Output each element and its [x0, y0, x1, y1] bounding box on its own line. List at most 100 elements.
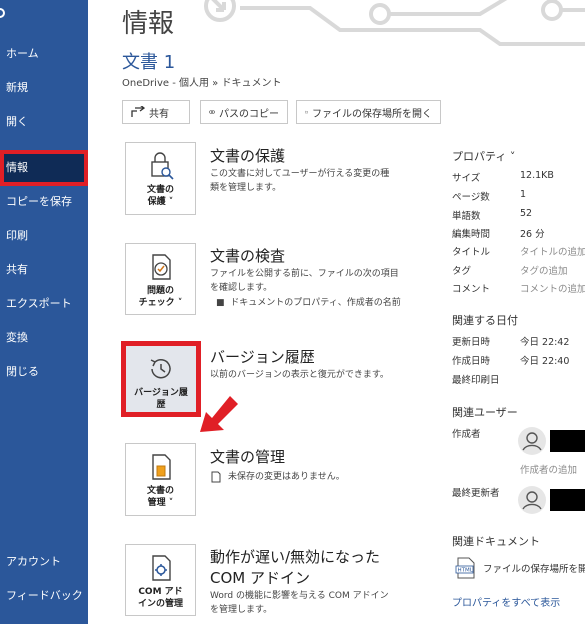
desc-line: この文書に対してユーザーが行える変更の種: [210, 169, 390, 179]
sidebar-item-label: 開く: [6, 115, 28, 128]
tile-label: インの管理: [137, 599, 183, 609]
protect-heading: 文書の保護: [210, 147, 286, 165]
date-value-modified: 今日 22:42: [520, 337, 570, 348]
inspect-bullet: ■ ドキュメントのプロパティ、作成者の名前: [216, 298, 401, 308]
author-label: 作成者: [452, 429, 481, 440]
prop-value-pages: 1: [520, 189, 527, 200]
com-addins-tile[interactable]: COM アド インの管理: [125, 544, 196, 616]
tile-label: COM アド: [138, 587, 183, 597]
svg-text:HTML: HTML: [458, 568, 474, 574]
inspect-description: ファイルを公開する前に、ファイルの次の項目 を確認します。: [210, 267, 399, 295]
share-icon: [131, 106, 145, 117]
page-title: 情報: [122, 9, 175, 39]
tile-label: 保護: [147, 197, 166, 207]
date-value-created: 今日 22:40: [520, 356, 570, 367]
link-icon: [209, 110, 215, 114]
sidebar-item-save-copy[interactable]: コピーを保存: [0, 185, 88, 219]
prop-value-words: 52: [520, 208, 533, 219]
bullet-text: ドキュメントのプロパティ、作成者の名前: [230, 298, 401, 308]
sidebar-item-export[interactable]: エクスポート: [0, 287, 88, 321]
prop-key-title: タイトル: [452, 247, 491, 258]
sidebar-item-label: 印刷: [6, 229, 28, 242]
prop-value-tags-input[interactable]: タグの追加: [520, 263, 568, 277]
desc-line: を確認します。: [210, 283, 273, 293]
manage-heading: 文書の管理: [210, 448, 286, 466]
prop-value-edit-time: 26 分: [520, 229, 545, 240]
prop-value-title-input[interactable]: タイトルの追加: [520, 244, 585, 258]
desc-line: を管理します。: [210, 605, 273, 615]
tile-label: 文書の: [146, 486, 174, 496]
tile-label: 管理: [147, 498, 166, 508]
share-button[interactable]: 共有: [122, 100, 190, 124]
open-location-button[interactable]: ファイルの保存場所を開く: [296, 100, 441, 124]
prop-value-comments-input[interactable]: コメントの追加: [520, 281, 585, 295]
circuit-decoration: [204, 0, 585, 46]
sidebar-item-home[interactable]: ホーム: [0, 37, 88, 71]
sidebar-item-close[interactable]: 閉じる: [0, 355, 88, 389]
sidebar-item-label: 新規: [6, 81, 28, 94]
desc-line: 類を管理します。: [210, 183, 282, 193]
sidebar-item-new[interactable]: 新規: [0, 71, 88, 105]
prop-key-edit-time: 編集時間: [452, 229, 491, 240]
author-avatar-icon[interactable]: [518, 427, 546, 455]
sidebar-item-label: 共有: [6, 263, 28, 276]
properties-heading[interactable]: プロパティ ˅: [452, 148, 515, 164]
prop-key-tags: タグ: [452, 266, 472, 277]
open-file-location-link[interactable]: HTML ファイルの保存場所を開く: [455, 557, 585, 579]
sidebar-item-label: コピーを保存: [6, 195, 72, 208]
inspect-heading: 文書の検査: [210, 247, 286, 265]
show-all-properties-link[interactable]: プロパティをすべて表示: [452, 594, 560, 609]
last-modified-by-label: 最終更新者: [452, 488, 500, 499]
document-manage-icon: [151, 454, 171, 480]
prop-key-pages: ページ数: [452, 192, 490, 203]
related-users-heading: 関連ユーザー: [452, 406, 518, 419]
add-author-link[interactable]: 作成者の追加: [520, 462, 577, 476]
check-issues-tile[interactable]: 問題の チェック ˅: [125, 243, 196, 315]
prop-key-comments: コメント: [452, 284, 491, 295]
manage-status-text: 未保存の変更はありません。: [228, 472, 345, 482]
info-highlight-box: [0, 150, 88, 186]
redacted-modifier-name: [550, 489, 585, 511]
prop-value-size: 12.1KB: [520, 170, 554, 181]
redacted-author-name: [550, 430, 585, 452]
copy-path-button[interactable]: パスのコピー: [200, 100, 288, 124]
copy-path-label: パスのコピー: [219, 108, 279, 120]
related-docs-heading: 関連ドキュメント: [452, 535, 540, 548]
open-file-location-label: ファイルの保存場所を開く: [483, 564, 585, 575]
document-check-icon: [151, 254, 171, 280]
tile-label: 問題の: [146, 286, 174, 296]
sidebar-item-label: フィードバック: [6, 589, 83, 602]
back-arrow-icon[interactable]: [0, 8, 5, 18]
sidebar-item-label: 変換: [6, 331, 28, 344]
red-pointer-arrow-icon: [200, 396, 238, 432]
sidebar-item-print[interactable]: 印刷: [0, 219, 88, 253]
related-dates-heading: 関連する日付: [452, 314, 518, 327]
prop-key-size: サイズ: [452, 173, 481, 184]
version-history-tile[interactable]: バージョン履歴: [121, 341, 201, 417]
backstage-sidebar: ホーム 新規 開く 情報 コピーを保存 印刷 共有 エクスポート 変換 閉じる …: [0, 0, 88, 624]
sidebar-item-feedback[interactable]: フィードバック: [0, 579, 88, 613]
sidebar-item-label: ホーム: [6, 47, 39, 60]
sidebar-item-label: 閉じる: [6, 365, 39, 378]
version-description: 以前のバージョンの表示と復元ができます。: [210, 370, 389, 380]
sidebar-item-account[interactable]: アカウント: [0, 545, 88, 579]
sidebar-item-share[interactable]: 共有: [0, 253, 88, 287]
date-key-modified: 更新日時: [452, 337, 491, 348]
com-heading-2: COM アドイン: [210, 569, 310, 587]
com-description: Word の機能に影響を与える COM アドイン を管理します。: [210, 589, 389, 617]
sidebar-item-open[interactable]: 開く: [0, 105, 88, 139]
sidebar-item-transform[interactable]: 変換: [0, 321, 88, 355]
tile-label: 文書の: [146, 185, 174, 195]
lock-search-icon: [150, 152, 174, 180]
document-title: 文書 1: [122, 52, 176, 73]
modifier-avatar-icon[interactable]: [518, 486, 546, 514]
protect-description: この文書に対してユーザーが行える変更の種 類を管理します。: [210, 167, 389, 195]
tile-label: バージョン履: [134, 388, 188, 398]
manage-document-tile[interactable]: 文書の 管理 ˅: [125, 443, 196, 516]
version-heading: バージョン履歴: [210, 348, 315, 366]
history-clock-icon: [150, 358, 171, 379]
document-path: OneDrive - 個人用 » ドキュメント: [122, 78, 282, 89]
desc-line: ファイルを公開する前に、ファイルの次の項目: [210, 269, 399, 279]
prop-key-words: 単語数: [452, 211, 481, 222]
protect-document-tile[interactable]: 文書の 保護 ˅: [125, 142, 196, 215]
